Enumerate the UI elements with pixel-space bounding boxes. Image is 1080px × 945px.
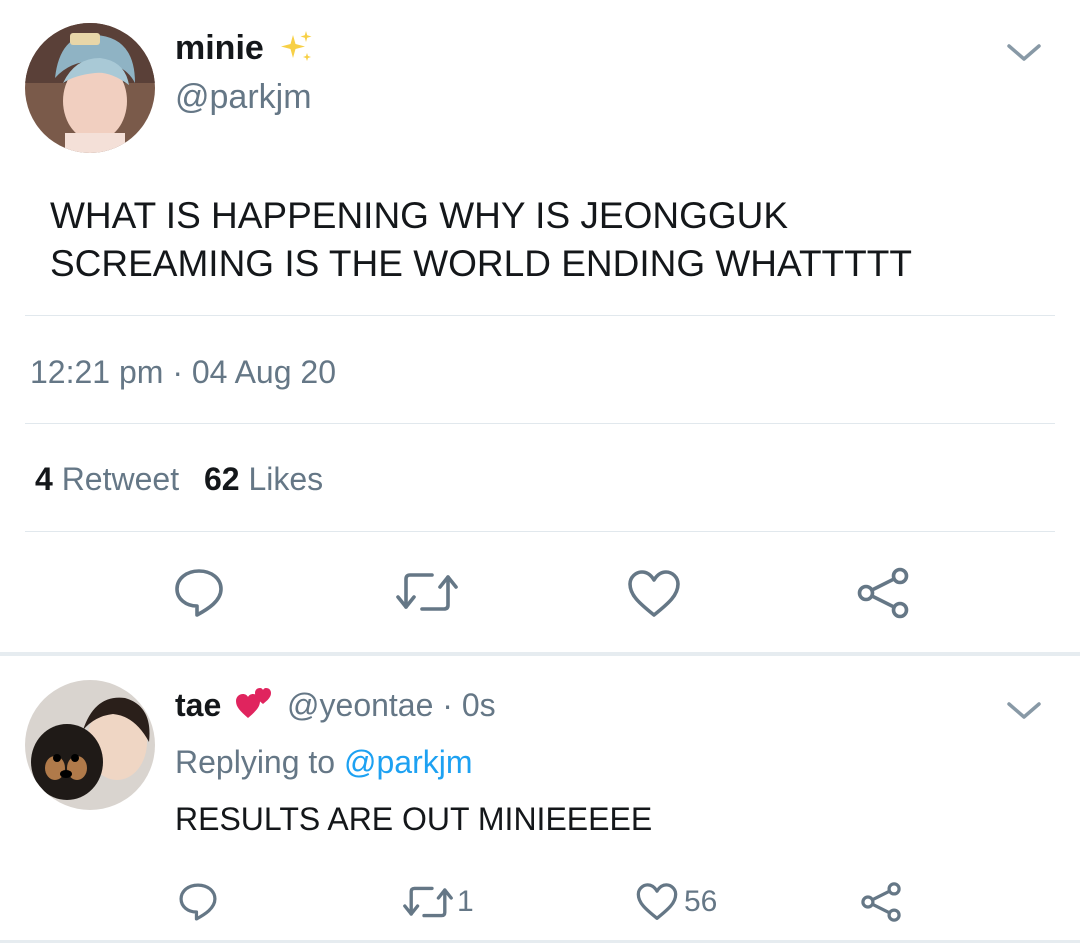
reply-text: RESULTS ARE OUT MINIEEEEE <box>175 801 653 837</box>
section-divider <box>0 940 1080 943</box>
retweet-stat[interactable]: 4 Retweet <box>35 461 188 497</box>
divider <box>25 315 1055 316</box>
like-count: 56 <box>684 885 718 918</box>
reply-icon[interactable] <box>178 882 218 922</box>
reply-icon[interactable] <box>173 567 225 619</box>
tweet-text-line-2: SCREAMING IS THE WORLD ENDING WHATTTTT <box>50 243 912 284</box>
two-hearts-icon <box>234 686 274 722</box>
replying-handle-link[interactable]: @parkjm <box>344 744 473 780</box>
like-stat[interactable]: 62 Likes <box>204 461 323 497</box>
reply-like-action[interactable]: 56 <box>636 882 717 922</box>
author-display-name[interactable]: minie <box>175 29 264 67</box>
tweet-text: WHAT IS HAPPENING WHY IS JEONGGUK SCREAM… <box>50 192 912 288</box>
chevron-down-icon[interactable] <box>1006 40 1042 64</box>
divider <box>25 423 1055 424</box>
avatar-minie[interactable] <box>25 23 155 153</box>
heart-icon <box>636 882 678 922</box>
tweet-timestamp[interactable]: 12:21 pm · 04 Aug 20 <box>30 352 336 392</box>
divider <box>25 531 1055 532</box>
like-count: 62 <box>203 461 240 497</box>
chevron-down-icon[interactable] <box>1006 698 1042 722</box>
replying-prefix: Replying to <box>175 744 336 780</box>
author-handle[interactable]: @parkjm <box>175 77 312 117</box>
section-divider <box>0 652 1080 656</box>
like-label: Likes <box>248 461 324 497</box>
retweet-icon <box>403 882 453 922</box>
retweet-icon[interactable] <box>396 567 458 617</box>
avatar-tae[interactable] <box>25 680 155 810</box>
engagement-stats: 4 Retweet 62 Likes <box>35 459 323 499</box>
sparkles-icon <box>279 29 315 65</box>
reply-author-display-name[interactable]: tae <box>175 687 221 723</box>
retweet-count: 4 <box>35 461 53 497</box>
retweet-label: Retweet <box>61 461 180 497</box>
reply-retweet-action[interactable]: 1 <box>403 882 474 922</box>
tweet-text-line-1: WHAT IS HAPPENING WHY IS JEONGGUK <box>50 195 789 236</box>
reply-handle-time[interactable]: @yeontae · 0s <box>287 687 496 723</box>
heart-icon[interactable] <box>627 569 681 619</box>
share-icon[interactable] <box>860 882 902 922</box>
share-icon[interactable] <box>856 567 910 619</box>
replying-to: Replying to @parkjm <box>175 742 472 782</box>
retweet-count: 1 <box>457 885 474 918</box>
